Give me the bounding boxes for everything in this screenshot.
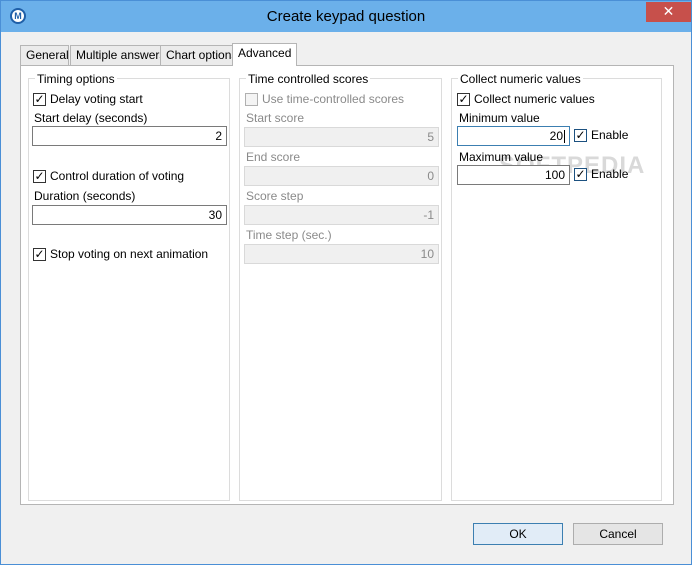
- control-duration-label: Control duration of voting: [50, 169, 185, 183]
- end-score-input[interactable]: 0: [244, 166, 439, 186]
- time-controlled-scores-title: Time controlled scores: [246, 72, 371, 86]
- minimum-enable-label: Enable: [591, 128, 629, 142]
- minimum-value-label: Minimum value: [459, 111, 540, 125]
- delay-voting-start-label: Delay voting start: [50, 92, 143, 106]
- score-step-label: Score step: [246, 189, 304, 203]
- text-caret: [564, 130, 565, 144]
- maximum-value-input[interactable]: 100: [457, 165, 570, 185]
- window-title: Create keypad question: [266, 8, 426, 25]
- close-button[interactable]: ✕: [646, 2, 691, 22]
- minimum-value-text: 20: [549, 129, 563, 143]
- start-delay-input[interactable]: 2: [32, 126, 227, 146]
- use-time-scores-label: Use time-controlled scores: [262, 92, 405, 106]
- maximum-enable-checkbox[interactable]: ✓: [574, 168, 587, 181]
- close-icon: ✕: [662, 3, 675, 19]
- title-bar[interactable]: M Create keypad question ✕: [1, 1, 691, 32]
- score-step-input[interactable]: -1: [244, 205, 439, 225]
- ok-button[interactable]: OK: [473, 523, 563, 545]
- time-step-label: Time step (sec.): [246, 228, 332, 242]
- start-score-label: Start score: [246, 111, 305, 125]
- advanced-panel: SOFTPEDIA Timing options ✓ Delay voting …: [20, 65, 674, 505]
- control-duration-checkbox[interactable]: ✓: [33, 170, 46, 183]
- timing-options-title: Timing options: [35, 72, 117, 86]
- minimum-value-input[interactable]: 20: [457, 126, 570, 146]
- end-score-label: End score: [246, 150, 301, 164]
- start-score-input[interactable]: 5: [244, 127, 439, 147]
- collect-numeric-title: Collect numeric values: [458, 72, 583, 86]
- maximum-enable-label: Enable: [591, 167, 629, 181]
- dialog-window: M Create keypad question ✕ General Multi…: [0, 0, 692, 565]
- minimum-enable-checkbox[interactable]: ✓: [574, 129, 587, 142]
- tab-advanced[interactable]: Advanced: [232, 43, 297, 66]
- stop-voting-checkbox[interactable]: ✓: [33, 248, 46, 261]
- duration-label: Duration (seconds): [34, 189, 136, 203]
- tab-general[interactable]: General: [20, 45, 69, 65]
- stop-voting-label: Stop voting on next animation: [50, 247, 209, 261]
- collect-numeric-label: Collect numeric values: [474, 92, 595, 106]
- duration-input[interactable]: 30: [32, 205, 227, 225]
- use-time-scores-checkbox[interactable]: [245, 93, 258, 106]
- collect-numeric-checkbox[interactable]: ✓: [457, 93, 470, 106]
- maximum-value-label: Maximum value: [459, 150, 544, 164]
- delay-voting-start-checkbox[interactable]: ✓: [33, 93, 46, 106]
- cancel-button[interactable]: Cancel: [573, 523, 663, 545]
- start-delay-label: Start delay (seconds): [34, 111, 148, 125]
- time-step-input[interactable]: 10: [244, 244, 439, 264]
